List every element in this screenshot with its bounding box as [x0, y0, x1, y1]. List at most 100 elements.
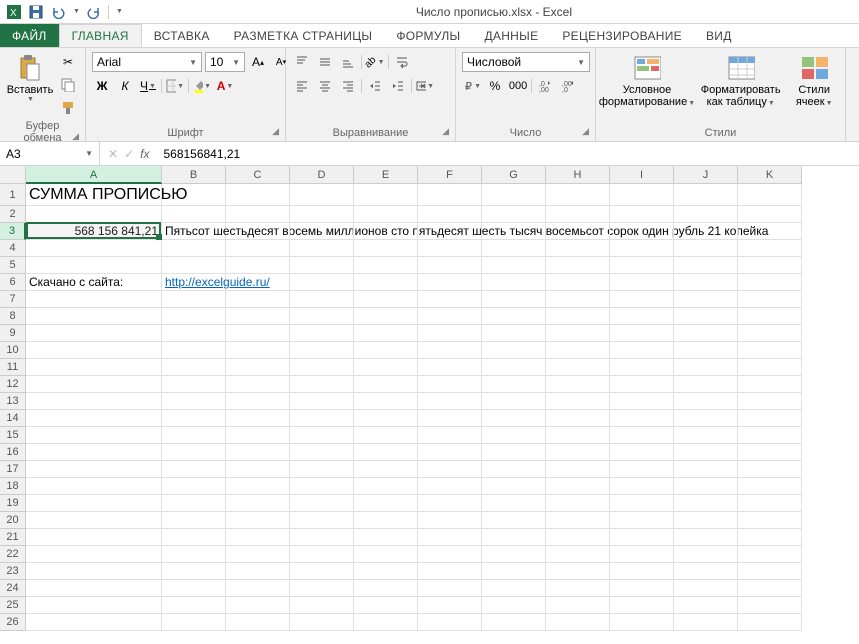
- cell[interactable]: [290, 291, 354, 308]
- cell[interactable]: [418, 597, 482, 614]
- cell[interactable]: [162, 529, 226, 546]
- cell[interactable]: [226, 308, 290, 325]
- cell[interactable]: Скачано с сайта:: [26, 274, 162, 291]
- cell[interactable]: [162, 563, 226, 580]
- cell[interactable]: [354, 291, 418, 308]
- cell[interactable]: [162, 495, 226, 512]
- bold-button[interactable]: Ж: [92, 76, 112, 96]
- cell[interactable]: [354, 376, 418, 393]
- cell[interactable]: [226, 478, 290, 495]
- cell[interactable]: [674, 427, 738, 444]
- percent-button[interactable]: %: [485, 76, 505, 96]
- cell[interactable]: [418, 410, 482, 427]
- cell[interactable]: [418, 257, 482, 274]
- cell[interactable]: [674, 461, 738, 478]
- cell[interactable]: [610, 529, 674, 546]
- cell[interactable]: [26, 444, 162, 461]
- cell[interactable]: [482, 325, 546, 342]
- align-right-button[interactable]: [338, 76, 358, 96]
- cell[interactable]: [738, 308, 802, 325]
- row-header[interactable]: 7: [0, 291, 26, 308]
- column-header[interactable]: G: [482, 166, 546, 184]
- cell[interactable]: [290, 325, 354, 342]
- cell[interactable]: [482, 495, 546, 512]
- cell[interactable]: [290, 308, 354, 325]
- cell[interactable]: [290, 512, 354, 529]
- cell[interactable]: [26, 376, 162, 393]
- row-header[interactable]: 26: [0, 614, 26, 631]
- cell[interactable]: [610, 257, 674, 274]
- cell[interactable]: [290, 240, 354, 257]
- cell[interactable]: [226, 240, 290, 257]
- cell[interactable]: [674, 563, 738, 580]
- cell[interactable]: [738, 444, 802, 461]
- cell[interactable]: [546, 393, 610, 410]
- cell[interactable]: [26, 427, 162, 444]
- cell[interactable]: [738, 376, 802, 393]
- cell[interactable]: [26, 461, 162, 478]
- cell[interactable]: [162, 359, 226, 376]
- cell[interactable]: [26, 614, 162, 631]
- cell[interactable]: [290, 376, 354, 393]
- cell[interactable]: [674, 184, 738, 206]
- cell[interactable]: [26, 495, 162, 512]
- grow-font-button[interactable]: A▴: [248, 52, 268, 72]
- cell[interactable]: [26, 563, 162, 580]
- cell[interactable]: [610, 342, 674, 359]
- cell[interactable]: [418, 461, 482, 478]
- cell[interactable]: [162, 461, 226, 478]
- cell[interactable]: [738, 206, 802, 223]
- cell[interactable]: [226, 563, 290, 580]
- cell[interactable]: [226, 257, 290, 274]
- cell[interactable]: [674, 359, 738, 376]
- cell[interactable]: [162, 342, 226, 359]
- cell[interactable]: [354, 563, 418, 580]
- cell[interactable]: [674, 444, 738, 461]
- cell[interactable]: [610, 184, 674, 206]
- row-header[interactable]: 13: [0, 393, 26, 410]
- row-header[interactable]: 18: [0, 478, 26, 495]
- cell[interactable]: [674, 325, 738, 342]
- cell[interactable]: [738, 184, 802, 206]
- cell[interactable]: [738, 291, 802, 308]
- cell[interactable]: [354, 184, 418, 206]
- cell[interactable]: [226, 529, 290, 546]
- cell[interactable]: [354, 495, 418, 512]
- cell[interactable]: [546, 342, 610, 359]
- cell[interactable]: [354, 257, 418, 274]
- column-header[interactable]: E: [354, 166, 418, 184]
- cell[interactable]: [162, 206, 226, 223]
- cell[interactable]: [738, 546, 802, 563]
- cell[interactable]: [418, 325, 482, 342]
- row-header[interactable]: 19: [0, 495, 26, 512]
- cell[interactable]: [482, 240, 546, 257]
- cell[interactable]: [482, 529, 546, 546]
- cell[interactable]: [162, 410, 226, 427]
- cell[interactable]: [162, 308, 226, 325]
- column-header[interactable]: A: [26, 166, 162, 184]
- cell[interactable]: [610, 376, 674, 393]
- accounting-button[interactable]: ₽▼: [462, 76, 482, 96]
- cell[interactable]: [482, 257, 546, 274]
- column-header[interactable]: C: [226, 166, 290, 184]
- cell[interactable]: [610, 614, 674, 631]
- row-header[interactable]: 25: [0, 597, 26, 614]
- number-format-combo[interactable]: Числовой▼: [462, 52, 590, 72]
- undo-dropdown[interactable]: ▼: [73, 8, 80, 15]
- cell[interactable]: [354, 444, 418, 461]
- row-header[interactable]: 15: [0, 427, 26, 444]
- row-header[interactable]: 24: [0, 580, 26, 597]
- cell[interactable]: [674, 223, 738, 240]
- cell[interactable]: [162, 444, 226, 461]
- cell[interactable]: [418, 546, 482, 563]
- column-header[interactable]: B: [162, 166, 226, 184]
- cell[interactable]: [738, 597, 802, 614]
- cell[interactable]: [738, 393, 802, 410]
- cell[interactable]: [418, 274, 482, 291]
- column-header[interactable]: K: [738, 166, 802, 184]
- cell[interactable]: [482, 376, 546, 393]
- align-middle-button[interactable]: [315, 52, 335, 72]
- cell[interactable]: [418, 580, 482, 597]
- cell[interactable]: [290, 495, 354, 512]
- cell[interactable]: [674, 308, 738, 325]
